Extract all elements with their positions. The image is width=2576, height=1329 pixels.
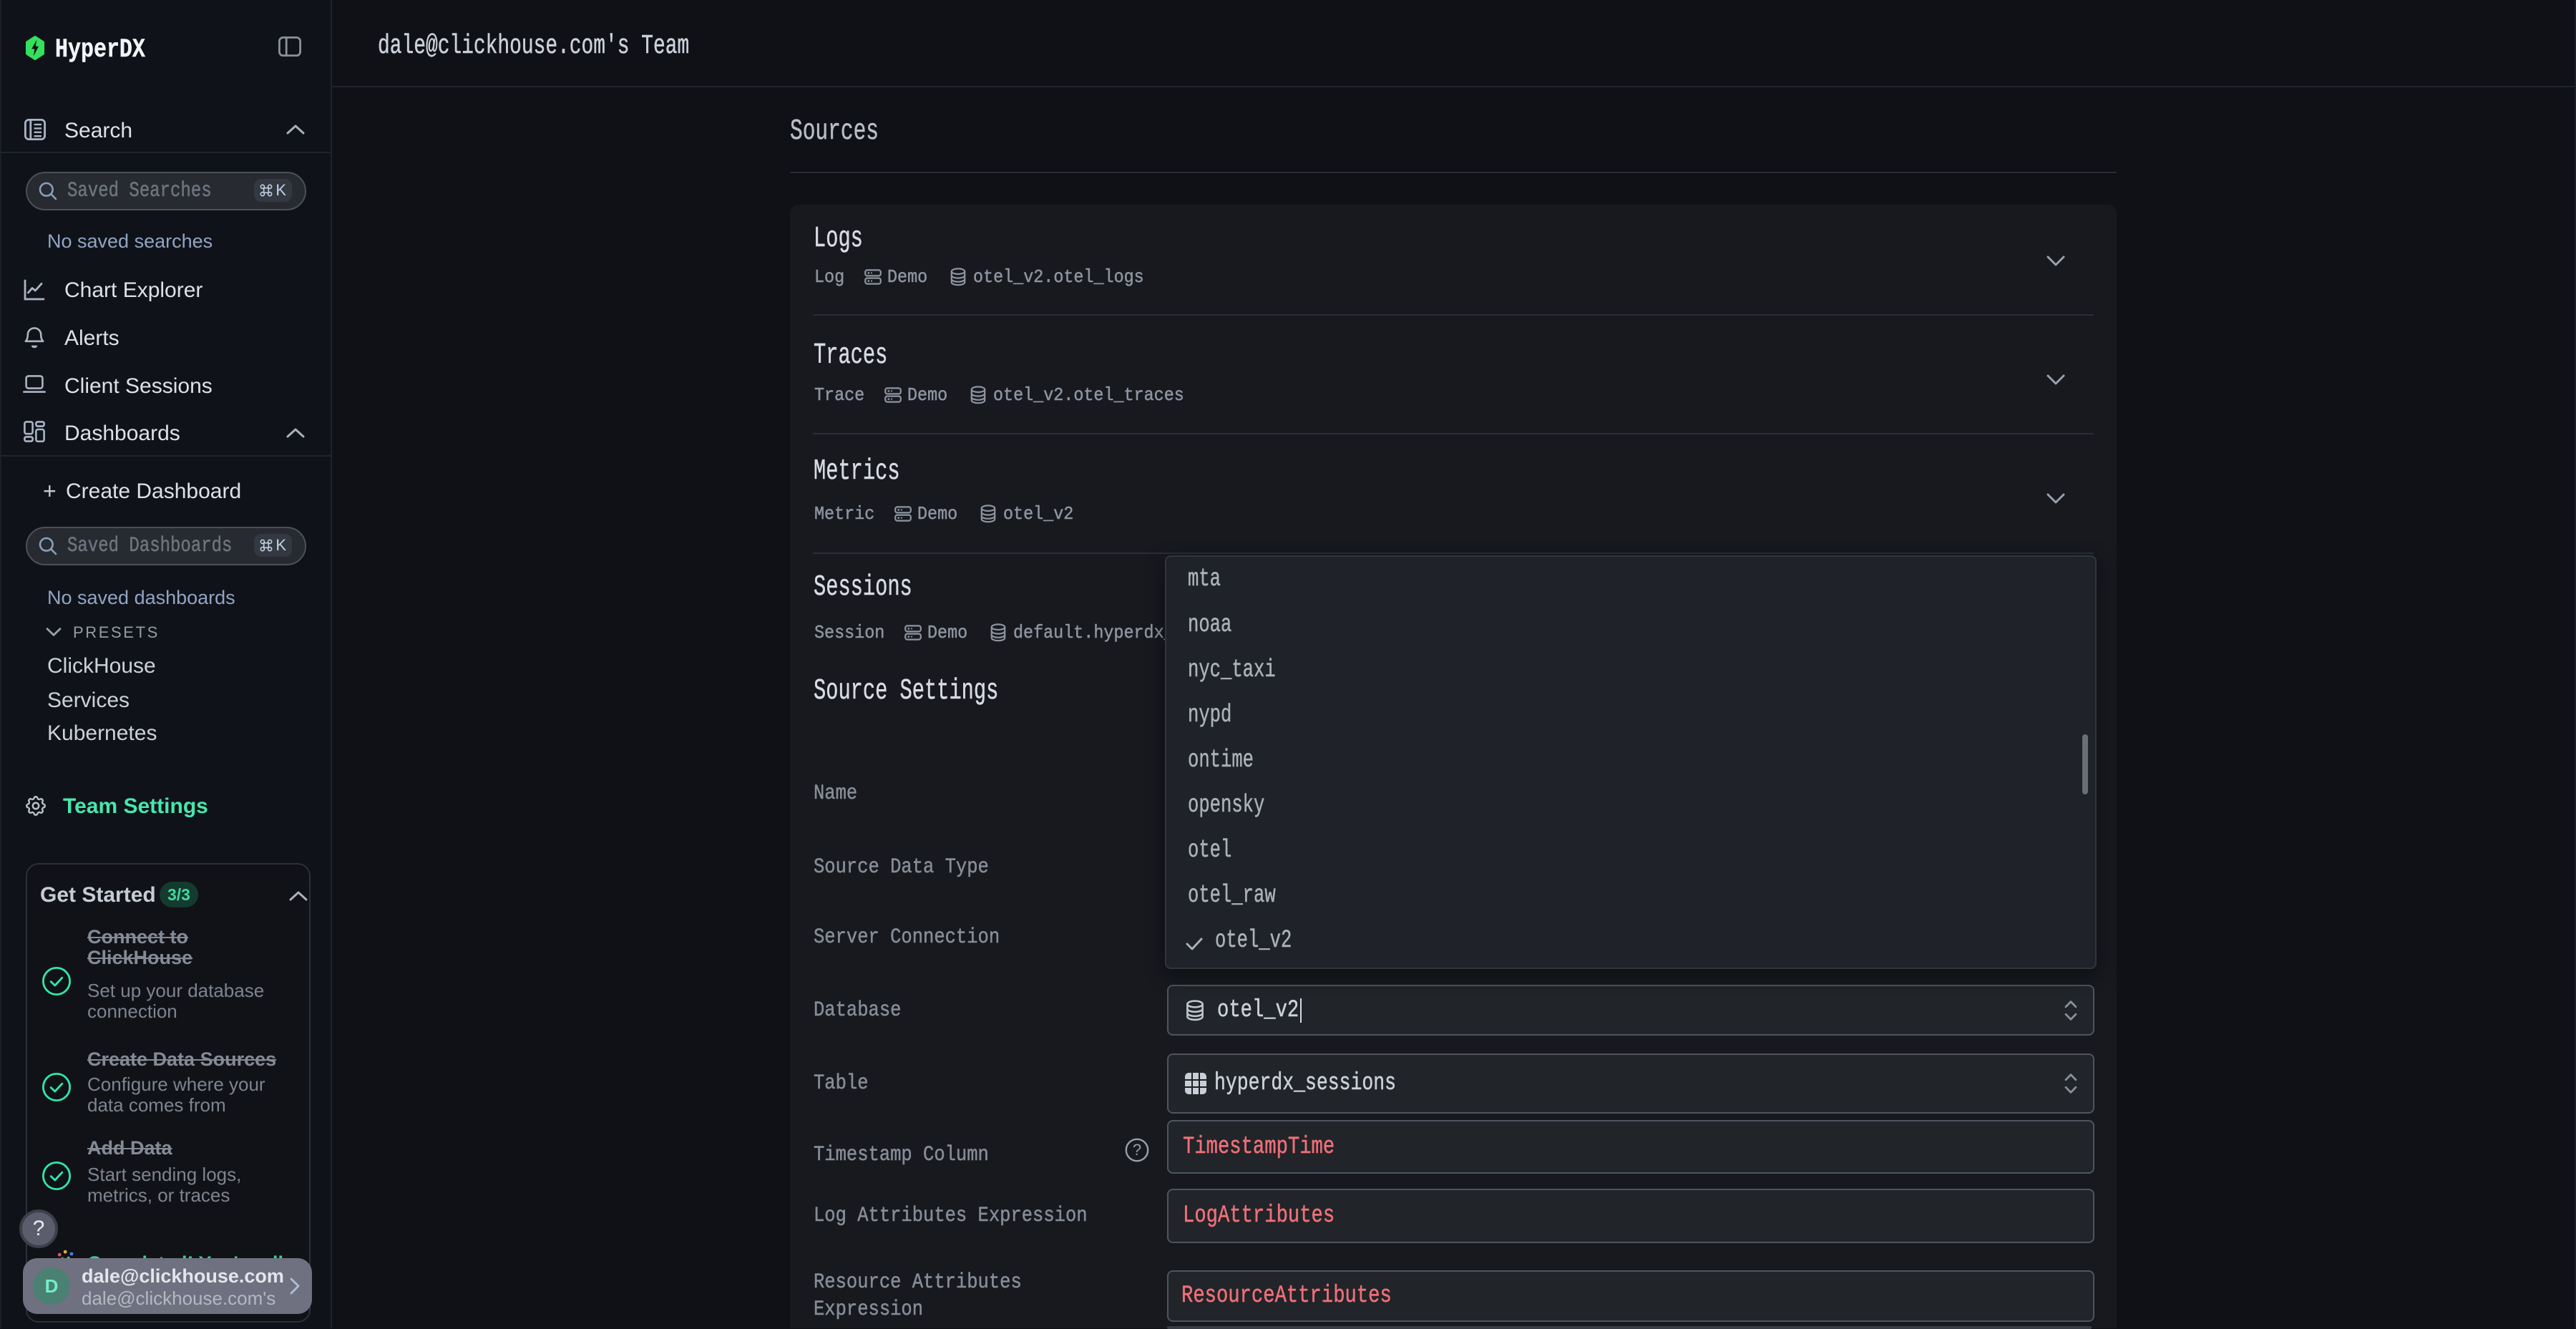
svg-text:?: ?: [1133, 1141, 1141, 1159]
